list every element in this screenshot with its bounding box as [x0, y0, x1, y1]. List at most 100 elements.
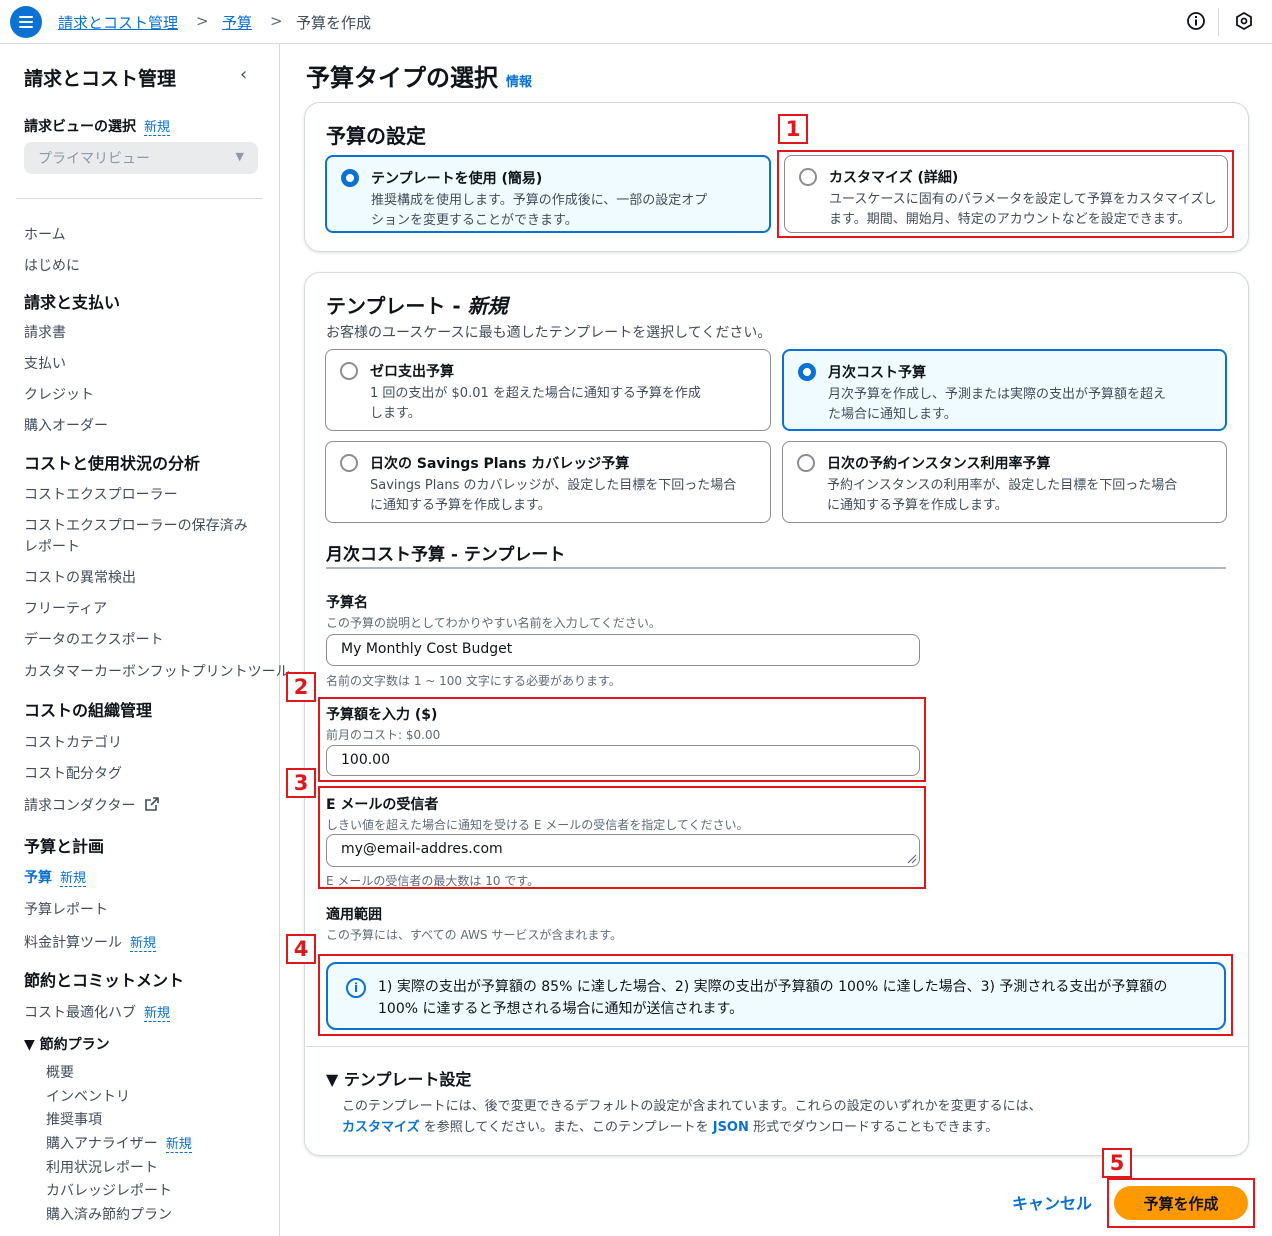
budget-name-input[interactable]: My Monthly Cost Budget — [326, 634, 920, 666]
template-text-2: を参照してください。また、このテンプレートを — [419, 1120, 713, 1135]
billing-view-value: プライマリビュー — [38, 151, 150, 167]
nav-sp-utilization[interactable]: 利用状況レポート — [46, 1157, 158, 1177]
form-section-title: 月次コスト予算 - テンプレート — [326, 545, 566, 565]
annotation-label-4: 4 — [286, 934, 316, 964]
nav-cost-opt-label: コスト最適化ハブ — [24, 1005, 136, 1021]
external-link-icon — [145, 797, 159, 811]
info-icon[interactable] — [1186, 11, 1206, 31]
use-template-title: テンプレートを使用 (簡易) — [371, 171, 543, 187]
budget-name-label: 予算名 — [326, 595, 368, 611]
template-settings-expander[interactable]: ▼ テンプレート設定 — [326, 1066, 471, 1090]
budget-name-hint: 名前の文字数は 1 ~ 100 文字にする必要があります。 — [326, 674, 621, 688]
nav-sp-coverage[interactable]: カバレッジレポート — [46, 1180, 172, 1200]
template-settings-text: このテンプレートには、後で変更できるデフォルトの設定が含まれています。これらの設… — [342, 1096, 1222, 1138]
nav-billing-conductor[interactable]: 請求コンダクター — [24, 795, 160, 815]
monthly-cost-title: 月次コスト予算 — [828, 365, 926, 381]
info-link[interactable]: 情報 — [506, 75, 532, 90]
nav-budget-reports[interactable]: 予算レポート — [24, 899, 108, 919]
templates-heading: テンプレート - 新規 — [326, 290, 508, 319]
nav-cost-explorer-saved-2[interactable]: レポート — [24, 536, 80, 556]
nav-anomaly-detection[interactable]: コストの異常検出 — [24, 567, 136, 587]
nav-sp-inventory[interactable]: インベントリ — [46, 1086, 130, 1106]
cancel-button[interactable]: キャンセル — [1006, 1190, 1098, 1214]
nav-budgets-label: 予算 — [24, 870, 52, 886]
monthly-cost-template[interactable]: 月次コスト予算 月次予算を作成し、予測または実際の支出が予算額を超えた場合に通知… — [782, 349, 1227, 431]
annotation-label-5: 5 — [1102, 1148, 1132, 1178]
nav-section-budget-planning: 予算と計画 — [24, 837, 105, 856]
radio-selected-icon[interactable] — [798, 363, 816, 381]
breadcrumb-separator: > — [270, 12, 283, 30]
settings-hex-icon[interactable] — [1234, 11, 1254, 31]
use-template-option[interactable]: テンプレートを使用 (簡易) 推奨構成を使用します。予算の作成後に、一部の設定オ… — [325, 155, 771, 233]
zero-spend-title: ゼロ支出予算 — [370, 364, 454, 380]
nav-getting-started[interactable]: はじめに — [24, 255, 80, 275]
savings-plans-desc: Savings Plans のカバレッジが、設定した目標を下回った場合に通知する… — [370, 478, 737, 513]
templates-heading-text: テンプレート - — [326, 294, 468, 318]
nav-carbon-footprint[interactable]: カスタマーカーボンフットプリントツール — [24, 661, 290, 681]
scope-desc: この予算には、すべての AWS サービスが含まれます。 — [326, 928, 623, 942]
nav-credits[interactable]: クレジット — [24, 384, 94, 404]
zero-spend-template[interactable]: ゼロ支出予算 1 回の支出が $0.01 を超えた場合に通知する予算を作成します… — [325, 349, 771, 431]
annotation-label-3: 3 — [286, 768, 316, 798]
scope-label: 適用範囲 — [326, 907, 382, 923]
customize-link[interactable]: カスタマイズ — [342, 1120, 420, 1135]
nav-budgets[interactable]: 予算 新規 — [24, 867, 87, 887]
nav-free-tier[interactable]: フリーティア — [24, 598, 107, 618]
billing-view-label: 請求ビューの選択 新規 — [24, 116, 171, 136]
nav-cost-allocation-tags[interactable]: コスト配分タグ — [24, 763, 122, 783]
nav-home[interactable]: ホーム — [24, 224, 66, 244]
annotation-box-4 — [318, 954, 1233, 1036]
nav-section-cost-org: コストの組織管理 — [24, 701, 153, 720]
nav-sp-recommendations[interactable]: 推奨事項 — [46, 1109, 102, 1129]
billing-view-text: 請求ビューの選択 — [24, 119, 136, 135]
nav-payments[interactable]: 支払い — [24, 353, 66, 373]
new-badge[interactable]: 新規 — [144, 120, 171, 136]
menu-icon[interactable] — [10, 6, 42, 38]
divider — [306, 1046, 1248, 1047]
radio-selected-icon[interactable] — [341, 169, 359, 187]
nav-pricing-calculator[interactable]: 料金計算ツール 新規 — [24, 932, 157, 952]
annotation-label-1: 1 — [778, 114, 808, 144]
breadcrumb-billing[interactable]: 請求とコスト管理 — [58, 12, 178, 33]
collapse-icon[interactable]: ‹ — [240, 64, 247, 85]
nav-section-billing: 請求と支払い — [24, 293, 121, 312]
nav-billing-conductor-label: 請求コンダクター — [24, 798, 136, 814]
nav-purchase-analyzer-label: 購入アナライザー — [46, 1136, 158, 1152]
radio-unselected-icon[interactable] — [340, 454, 358, 472]
divider — [16, 198, 262, 199]
templates-heading-new: 新規 — [467, 294, 508, 318]
json-link[interactable]: JSON — [713, 1120, 749, 1135]
nav-pricing-calc-label: 料金計算ツール — [24, 935, 122, 951]
annotation-box-3 — [318, 786, 926, 889]
radio-unselected-icon[interactable] — [797, 454, 815, 472]
annotation-box-2 — [318, 697, 926, 782]
nav-cost-optimization-hub[interactable]: コスト最適化ハブ 新規 — [24, 1002, 171, 1022]
budget-name-desc: この予算の説明としてわかりやすい名前を入力してください。 — [326, 616, 661, 630]
template-text-3: 形式でダウンロードすることもできます。 — [748, 1120, 999, 1135]
nav-bills[interactable]: 請求書 — [24, 322, 66, 342]
nav-sp-purchased[interactable]: 購入済み節約プラン — [46, 1204, 172, 1224]
page-title-text: 予算タイプの選択 — [306, 64, 498, 92]
nav-cost-explorer-saved[interactable]: コストエクスプローラーの保存済み — [24, 515, 248, 535]
radio-unselected-icon[interactable] — [340, 362, 358, 380]
savings-plans-template[interactable]: 日次の Savings Plans カバレッジ予算 Savings Plans … — [325, 441, 771, 523]
nav-sp-purchase-analyzer[interactable]: 購入アナライザー 新規 — [46, 1133, 192, 1153]
use-template-desc: 推奨構成を使用します。予算の作成後に、一部の設定オプションを変更することができま… — [371, 193, 708, 228]
nav-savings-plans[interactable]: ▼ 節約プラン — [24, 1034, 110, 1054]
nav-data-exports[interactable]: データのエクスポート — [24, 629, 164, 649]
nav-sp-overview[interactable]: 概要 — [46, 1062, 74, 1082]
ri-utilization-template[interactable]: 日次の予約インスタンス利用率予算 予約インスタンスの利用率が、設定した目標を下回… — [782, 441, 1227, 523]
template-text-1: このテンプレートには、後で変更できるデフォルトの設定が含まれています。これらの設… — [342, 1099, 1042, 1114]
new-badge: 新規 — [130, 936, 157, 952]
zero-spend-desc: 1 回の支出が $0.01 を超えた場合に通知する予算を作成します。 — [370, 386, 701, 421]
nav-cost-categories[interactable]: コストカテゴリ — [24, 732, 122, 752]
sidebar-title: 請求とコスト管理 — [24, 68, 177, 90]
templates-subtitle: お客様のユースケースに最も適したテンプレートを選択してください。 — [326, 325, 772, 341]
nav-purchase-orders[interactable]: 購入オーダー — [24, 415, 108, 435]
billing-view-select[interactable]: プライマリビュー ▼ — [24, 142, 258, 174]
nav-section-savings: 節約とコミットメント — [24, 971, 185, 990]
ri-utilization-title: 日次の予約インスタンス利用率予算 — [827, 456, 1051, 472]
breadcrumb-current: 予算を作成 — [296, 14, 372, 32]
nav-cost-explorer[interactable]: コストエクスプローラー — [24, 484, 178, 504]
breadcrumb-budgets[interactable]: 予算 — [222, 12, 252, 33]
